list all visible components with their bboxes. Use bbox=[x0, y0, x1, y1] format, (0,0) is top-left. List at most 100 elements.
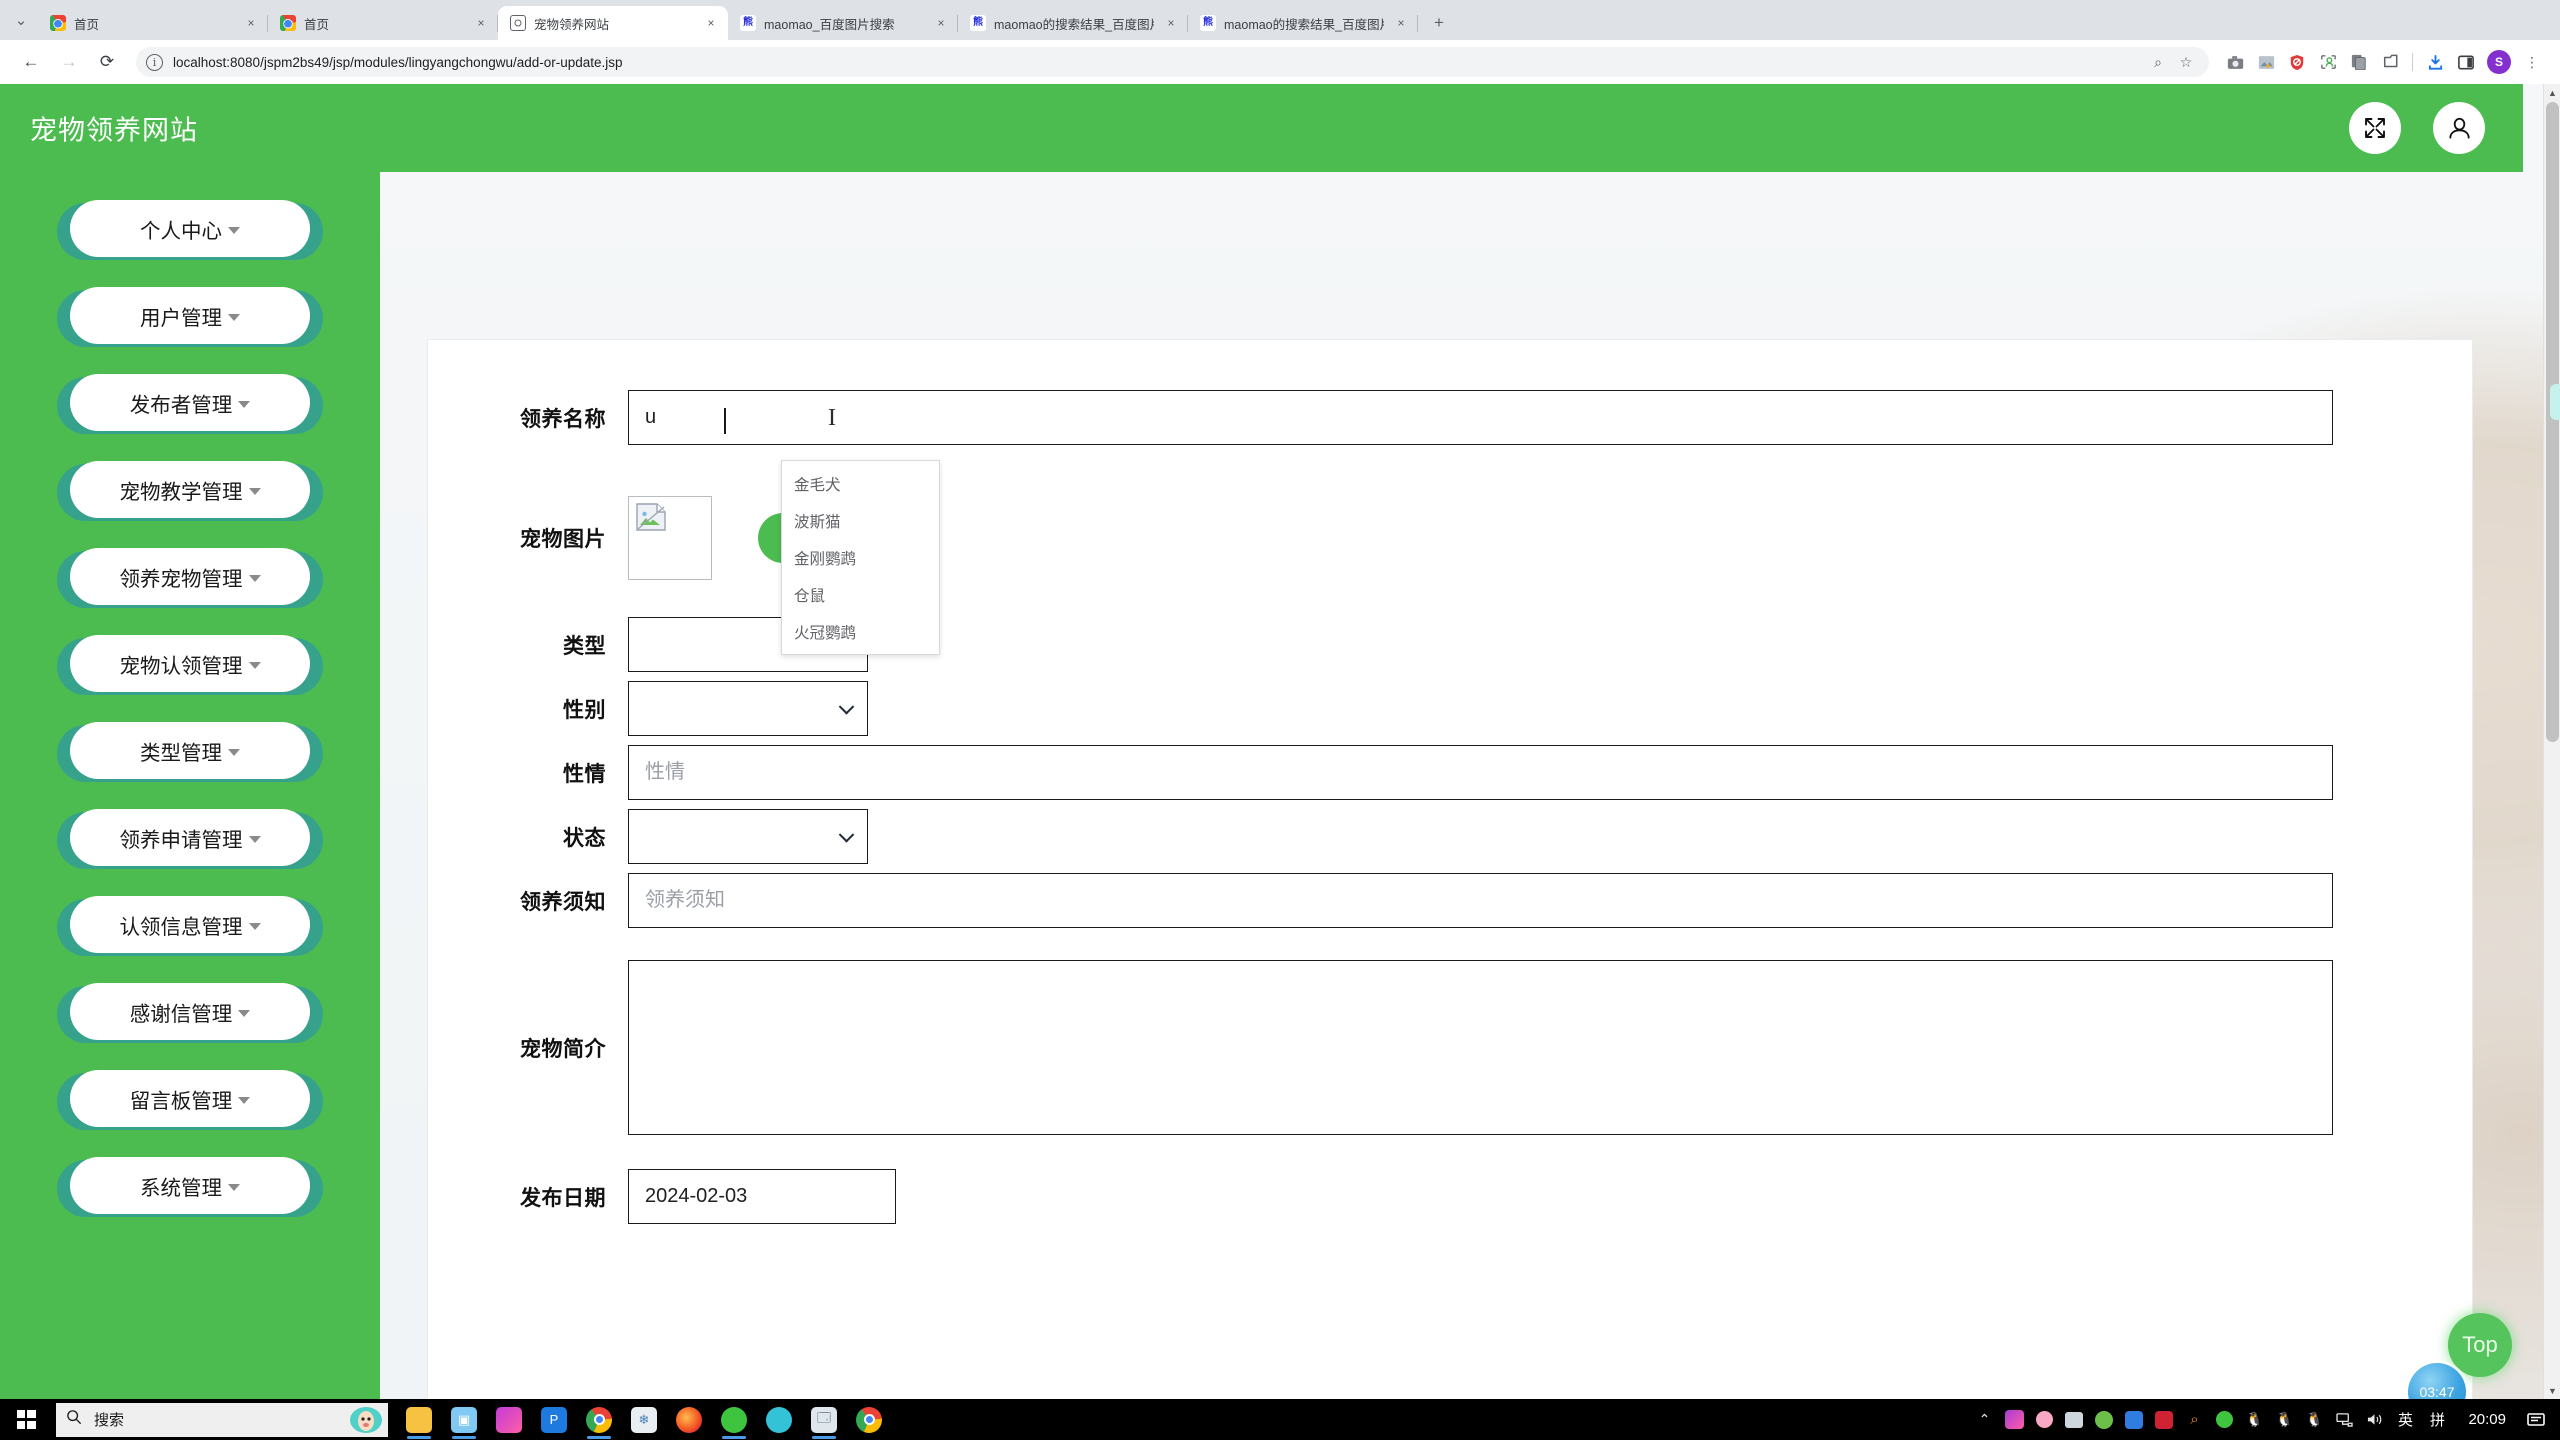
app-teal-icon[interactable] bbox=[758, 1399, 800, 1440]
network-icon[interactable] bbox=[2330, 1399, 2358, 1440]
image-download-icon[interactable] bbox=[2252, 48, 2280, 76]
close-icon[interactable]: × bbox=[1162, 14, 1180, 32]
camera-icon[interactable] bbox=[2221, 48, 2249, 76]
volume-icon[interactable] bbox=[2360, 1399, 2388, 1440]
app-white-icon[interactable]: ❄ bbox=[623, 1399, 665, 1440]
temperament-input[interactable] bbox=[628, 745, 2333, 800]
app-blue2-icon[interactable] bbox=[2120, 1399, 2148, 1440]
scrollbar-thumb[interactable] bbox=[2546, 102, 2559, 742]
autocomplete-option[interactable]: 仓鼠 bbox=[782, 576, 939, 613]
site-info-icon[interactable]: i bbox=[146, 53, 163, 71]
zoom-icon[interactable]: ⌕ bbox=[2145, 49, 2171, 75]
tab-list-chevron-icon[interactable]: ⌄ bbox=[4, 0, 38, 40]
file-explorer-icon[interactable] bbox=[398, 1399, 440, 1440]
autocomplete-option[interactable]: 火冠鹦鹉 bbox=[782, 613, 939, 650]
bookmark-star-icon[interactable]: ☆ bbox=[2173, 49, 2199, 75]
browser-tab-active[interactable]: 宠物领养网站 × bbox=[498, 6, 728, 40]
sidebar-item-claim-info-management[interactable]: 认领信息管理 bbox=[57, 896, 323, 959]
reload-icon[interactable]: ⟳ bbox=[90, 45, 124, 79]
scroll-up-icon[interactable]: ▲ bbox=[2544, 84, 2560, 101]
adoption-name-input[interactable] bbox=[628, 390, 2333, 445]
app-gradient-icon[interactable] bbox=[488, 1399, 530, 1440]
sidebar-item-message-board-management[interactable]: 留言板管理 bbox=[57, 1070, 323, 1133]
pill-surface[interactable]: 发布者管理 bbox=[70, 374, 310, 431]
qq-icon[interactable]: 🐧 bbox=[2270, 1399, 2298, 1440]
firefox-icon[interactable] bbox=[668, 1399, 710, 1440]
close-icon[interactable]: × bbox=[702, 14, 720, 32]
qq-icon[interactable]: 🐧 bbox=[2300, 1399, 2328, 1440]
profile-avatar[interactable]: S bbox=[2487, 50, 2511, 74]
status-select[interactable] bbox=[628, 809, 868, 864]
browser-tab[interactable]: 熊 maomao_百度图片搜索 × bbox=[728, 6, 958, 40]
screenshot-person-icon[interactable] bbox=[2314, 48, 2342, 76]
close-icon[interactable]: × bbox=[932, 14, 950, 32]
sidebar-item-adoption-application-management[interactable]: 领养申请管理 bbox=[57, 809, 323, 872]
sidebar-item-personal-center[interactable]: 个人中心 bbox=[57, 200, 323, 263]
side-panel-icon[interactable] bbox=[2452, 48, 2480, 76]
address-bar[interactable]: i localhost:8080/jspm2bs49/jsp/modules/l… bbox=[136, 47, 2209, 77]
ime-mode-indicator[interactable]: 拼 bbox=[2422, 1409, 2452, 1430]
sidebar-item-adoption-pet-management[interactable]: 领养宠物管理 bbox=[57, 548, 323, 611]
adoption-notice-input[interactable] bbox=[628, 873, 2333, 928]
chevron-up-icon[interactable]: ⌃ bbox=[1970, 1399, 1998, 1440]
browser-menu-icon[interactable]: ⋮ bbox=[2518, 48, 2546, 76]
monitor-icon[interactable]: 🗔 bbox=[803, 1399, 845, 1440]
sidebar-item-publisher-management[interactable]: 发布者管理 bbox=[57, 374, 323, 437]
app-pink-icon[interactable] bbox=[2030, 1399, 2058, 1440]
browser-tab[interactable]: 首页 × bbox=[38, 6, 268, 40]
pill-surface[interactable]: 感谢信管理 bbox=[70, 983, 310, 1040]
autocomplete-option[interactable]: 金毛犬 bbox=[782, 465, 939, 502]
adblock-shield-icon[interactable] bbox=[2283, 48, 2311, 76]
clipper-icon[interactable] bbox=[2376, 48, 2404, 76]
pill-surface[interactable]: 个人中心 bbox=[70, 200, 310, 257]
qq-icon[interactable]: 🐧 bbox=[2240, 1399, 2268, 1440]
wechat-tray-icon[interactable] bbox=[2210, 1399, 2238, 1440]
gender-select[interactable] bbox=[628, 681, 868, 736]
pill-surface[interactable]: 系统管理 bbox=[70, 1157, 310, 1214]
side-drawer-handle[interactable] bbox=[2550, 384, 2560, 420]
photo-icon[interactable] bbox=[2060, 1399, 2088, 1440]
sidebar-item-type-management[interactable]: 类型管理 bbox=[57, 722, 323, 785]
pill-surface[interactable]: 类型管理 bbox=[70, 722, 310, 779]
pet-intro-textarea[interactable] bbox=[628, 960, 2333, 1135]
pill-surface[interactable]: 宠物教学管理 bbox=[70, 461, 310, 518]
sidebar-item-user-management[interactable]: 用户管理 bbox=[57, 287, 323, 350]
browser-tab[interactable]: 熊 maomao的搜索结果_百度图片 × bbox=[958, 6, 1188, 40]
start-button[interactable] bbox=[0, 1399, 52, 1440]
page-scrollbar[interactable]: ▲ ▼ bbox=[2543, 84, 2560, 1399]
pill-surface[interactable]: 领养宠物管理 bbox=[70, 548, 310, 605]
wechat-icon[interactable] bbox=[713, 1399, 755, 1440]
sidebar-item-system-management[interactable]: 系统管理 bbox=[57, 1157, 323, 1220]
app-blue-icon[interactable]: ▣ bbox=[443, 1399, 485, 1440]
download-icon[interactable] bbox=[2421, 48, 2449, 76]
close-icon[interactable]: × bbox=[1392, 14, 1410, 32]
close-icon[interactable]: × bbox=[242, 14, 260, 32]
search-orange-icon[interactable]: ⌕ bbox=[2180, 1399, 2208, 1440]
forward-icon[interactable]: → bbox=[52, 45, 86, 79]
cloud-icon[interactable] bbox=[2150, 1399, 2178, 1440]
pill-surface[interactable]: 领养申请管理 bbox=[70, 809, 310, 866]
pill-surface[interactable]: 留言板管理 bbox=[70, 1070, 310, 1127]
user-menu-button[interactable] bbox=[2433, 102, 2485, 154]
pycharm-icon[interactable]: P bbox=[533, 1399, 575, 1440]
scroll-down-icon[interactable]: ▼ bbox=[2544, 1382, 2560, 1399]
chrome-2-icon[interactable] bbox=[848, 1399, 890, 1440]
pill-surface[interactable]: 认领信息管理 bbox=[70, 896, 310, 953]
sidebar-item-thank-you-letter-management[interactable]: 感谢信管理 bbox=[57, 983, 323, 1046]
autocomplete-option[interactable]: 金刚鹦鹉 bbox=[782, 539, 939, 576]
app-purple-icon[interactable] bbox=[2000, 1399, 2028, 1440]
publish-date-input[interactable] bbox=[628, 1169, 896, 1224]
new-tab-button[interactable]: + bbox=[1424, 8, 1454, 38]
notification-icon[interactable] bbox=[2522, 1399, 2550, 1440]
back-icon[interactable]: ← bbox=[14, 45, 48, 79]
fullscreen-button[interactable] bbox=[2349, 102, 2401, 154]
autocomplete-option[interactable]: 波斯猫 bbox=[782, 502, 939, 539]
chrome-icon[interactable] bbox=[578, 1399, 620, 1440]
browser-tab[interactable]: 熊 maomao的搜索结果_百度图片 × bbox=[1188, 6, 1418, 40]
pet-image-thumbnail[interactable] bbox=[628, 496, 712, 580]
clock-time[interactable]: 20:09 bbox=[2454, 1411, 2520, 1428]
taskbar-search-box[interactable]: 搜索 bbox=[56, 1402, 388, 1437]
copy-icon[interactable] bbox=[2345, 48, 2373, 76]
media-icon[interactable] bbox=[2090, 1399, 2118, 1440]
pill-surface[interactable]: 宠物认领管理 bbox=[70, 635, 310, 692]
